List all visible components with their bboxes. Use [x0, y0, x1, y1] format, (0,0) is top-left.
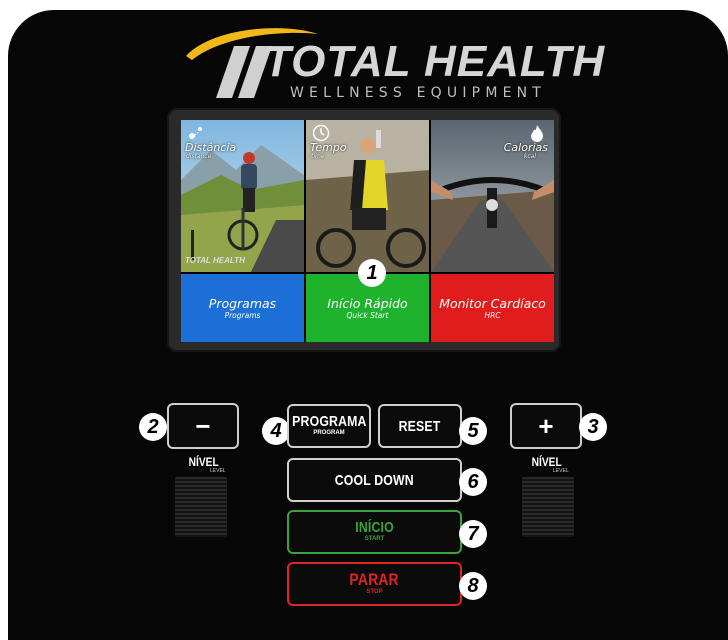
cool-down-label: COOL DOWN [334, 471, 415, 489]
quick-start-sub: Quick Start [346, 310, 389, 320]
callout-4: 4 [262, 417, 290, 445]
start-sub: START [364, 536, 385, 543]
brand-tagline: WELLNESS EQUIPMENT [290, 85, 547, 101]
tile-label-distance: Distância [185, 141, 237, 154]
programs-label: Programas [208, 295, 277, 311]
programs-button[interactable]: Programas Programs [181, 274, 304, 342]
logo-bars-icon [216, 46, 272, 98]
quick-start-label: Início Rápido [327, 295, 408, 311]
grip-right [522, 477, 574, 537]
level-sub-right: LEVEL [553, 468, 569, 474]
heart-rate-sub: HRC [484, 310, 501, 320]
stop-label: PARAR [349, 570, 400, 590]
mini-brand-logo: TOTAL HEALTH [185, 256, 245, 265]
callout-2: 2 [139, 413, 167, 441]
brand-name: TOTAL HEALTH [264, 37, 606, 86]
callout-1: 1 [358, 259, 386, 287]
flame-icon [531, 125, 543, 142]
tile-distance[interactable]: Distância distance TOTAL HEALTH [181, 120, 304, 272]
callout-6: 6 [459, 468, 487, 496]
start-label: INÍCIO [355, 519, 394, 537]
clock-icon [312, 124, 330, 142]
tile-calories[interactable]: Calorias kcal [431, 120, 554, 272]
reset-label: RESET [399, 417, 441, 435]
level-label-left: NÍVEL [188, 455, 219, 469]
tile-sub-calories: kcal [523, 153, 536, 160]
program-button[interactable]: PROGRAMA PROGRAM [287, 404, 371, 448]
callout-7: 7 [459, 520, 487, 548]
brand-logo: TOTAL HEALTH WELLNESS EQUIPMENT [182, 26, 604, 101]
plus-icon: + [538, 411, 554, 441]
level-up-button[interactable]: + [510, 403, 582, 449]
level-sub-left: LEVEL [210, 468, 226, 474]
program-sub: PROGRAM [313, 430, 345, 437]
route-pin-icon [189, 127, 202, 139]
programs-sub: Programs [224, 310, 261, 320]
callout-5: 5 [459, 417, 487, 445]
stop-sub: STOP [366, 589, 383, 596]
tile-sub-time: time [311, 153, 325, 160]
level-label-right: NÍVEL [531, 455, 562, 469]
program-label: PROGRAMA [291, 413, 367, 431]
minus-icon: − [195, 411, 211, 441]
stop-button[interactable]: PARAR STOP [287, 562, 462, 606]
tile-label-calories: Calorias [503, 141, 548, 154]
tile-time[interactable]: Tempo time [306, 120, 429, 272]
tile-label-time: Tempo [310, 141, 347, 154]
callout-3: 3 [579, 413, 607, 441]
cool-down-button[interactable]: COOL DOWN [287, 458, 462, 502]
heart-rate-label: Monitor Cardíaco [439, 295, 546, 311]
touch-display: Distância distance TOTAL HEALTH Tempo ti… [181, 120, 554, 342]
heart-rate-monitor-button[interactable]: Monitor Cardíaco HRC [431, 274, 554, 342]
level-down-button[interactable]: − [167, 403, 239, 449]
tile-sub-distance: distance [186, 153, 212, 160]
reset-button[interactable]: RESET [378, 404, 462, 448]
grip-left [175, 477, 227, 537]
start-button[interactable]: INÍCIO START [287, 510, 462, 554]
callout-8: 8 [459, 572, 487, 600]
